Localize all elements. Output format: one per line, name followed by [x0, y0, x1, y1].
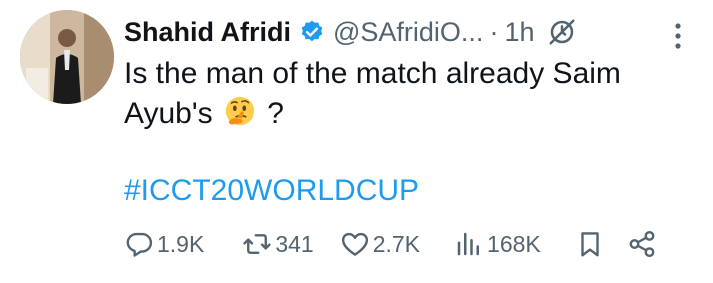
views-chart-icon	[457, 232, 480, 256]
reply-icon	[126, 232, 153, 257]
author-avatar[interactable]	[20, 10, 114, 104]
tweet-header: Shahid Afridi @SAfridiO... · 1h	[124, 12, 673, 52]
avatar-photo	[20, 10, 114, 104]
more-options-icon[interactable]	[668, 18, 688, 54]
repost-button[interactable]: 341	[242, 229, 314, 259]
separator-dot: ·	[489, 17, 499, 47]
heart-icon	[341, 232, 368, 256]
repost-icon	[243, 234, 272, 254]
repost-count: 341	[275, 230, 314, 257]
views-count: 168K	[487, 230, 541, 257]
post-time[interactable]: 1h	[504, 12, 534, 52]
reply-button[interactable]: 1.9K	[124, 229, 204, 259]
reply-count: 1.9K	[157, 230, 205, 257]
bookmark-button[interactable]	[575, 229, 605, 259]
tweet-text-end: ?	[267, 97, 284, 130]
tweet-text: Is the man of the match already Saim Ayu…	[124, 54, 684, 134]
views-button[interactable]: 168K	[454, 229, 541, 259]
author-handle[interactable]: @SAfridiO...	[333, 12, 483, 52]
hashtag-link[interactable]: #ICCT20WORLDCUP	[124, 171, 419, 211]
bookmark-icon	[581, 232, 599, 257]
share-icon	[629, 230, 655, 258]
share-button[interactable]	[627, 229, 657, 259]
tweet-text-main: Is the man of the match already Saim Ayu…	[124, 57, 621, 130]
action-bar: 1.9K 341 2.7K 168K	[124, 226, 657, 262]
verified-badge-icon	[301, 20, 323, 42]
author-name[interactable]: Shahid Afridi	[124, 12, 291, 52]
edited-clock-icon[interactable]	[547, 17, 577, 47]
like-count: 2.7K	[372, 230, 421, 257]
like-button[interactable]: 2.7K	[340, 229, 420, 259]
thinking-face-emoji-icon	[225, 96, 255, 126]
